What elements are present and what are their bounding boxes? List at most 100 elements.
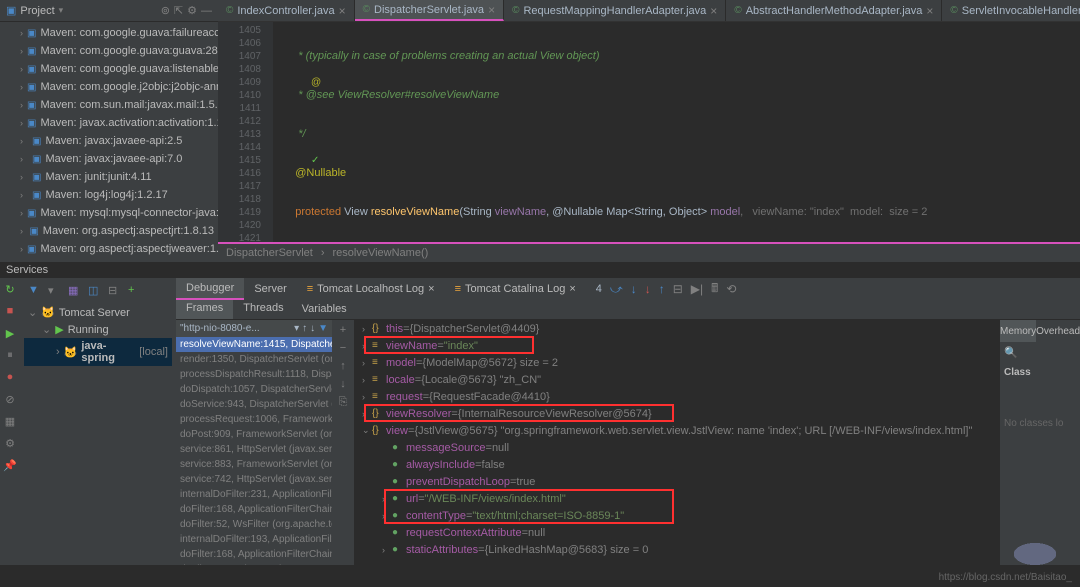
tab-debugger[interactable]: Debugger — [176, 278, 244, 300]
line-number[interactable]: 1417 — [218, 180, 261, 193]
breadcrumb-class[interactable]: DispatcherServlet — [226, 247, 313, 259]
tree-item[interactable]: ›▣Maven: com.google.j2objc:j2objc-annota… — [0, 78, 218, 96]
next-icon[interactable]: ↓ — [310, 323, 315, 334]
thread-selector[interactable]: "http-nio-8080-e... ▾ ↑ ↓ ▼ — [176, 320, 332, 337]
collapse-icon[interactable]: ⊟ — [108, 284, 122, 298]
line-number[interactable]: 1418 — [218, 193, 261, 206]
step-over-icon[interactable]: ⤻ — [610, 282, 623, 297]
stack-frame[interactable]: render:1350, DispatcherServlet (org.s — [176, 352, 332, 367]
tree-app[interactable]: › 🐱 java-spring [local] — [24, 338, 172, 366]
tree-item[interactable]: ›▣Maven: mysql:mysql-connector-java:5.1.… — [0, 204, 218, 222]
close-icon[interactable]: × — [710, 4, 717, 18]
line-number[interactable]: 1408 — [218, 63, 261, 76]
dropdown-icon[interactable]: ▾ — [294, 323, 299, 334]
stack-frame[interactable]: doFilter:52, WsFilter (org.apache.tomc — [176, 517, 332, 532]
tree-item[interactable]: ›▣Maven: com.google.guava:guava:28.0-jre — [0, 42, 218, 60]
breadcrumb-method[interactable]: resolveViewName() — [333, 247, 429, 259]
variable-row[interactable]: ›{} viewResolver = {InternalResourceView… — [354, 405, 1000, 422]
stack-frame[interactable]: processRequest:1006, FrameworkServ — [176, 412, 332, 427]
drop-frame-icon[interactable]: ⊟ — [673, 282, 683, 296]
pin-icon[interactable]: 📌 — [3, 458, 17, 472]
line-number[interactable]: 1421 — [218, 232, 261, 242]
code-editor[interactable]: * (typically in case of problems creatin… — [273, 22, 1080, 242]
pause-icon[interactable]: ⏸ — [3, 348, 17, 362]
variable-row[interactable]: ›● staticAttributes = {LinkedHashMap@568… — [354, 541, 1000, 558]
line-number[interactable]: 1419 — [218, 206, 261, 219]
line-number[interactable]: 1407 — [218, 50, 261, 63]
layers-icon[interactable]: ◫ — [88, 284, 102, 298]
project-tree[interactable]: ›▣Maven: com.google.guava:failureaccess:… — [0, 22, 218, 262]
editor-tab[interactable]: ©DispatcherServlet.java× — [355, 0, 504, 21]
line-number[interactable]: 1414 — [218, 141, 261, 154]
stack-frame[interactable]: resolveViewName:1415, DispatcherSer — [176, 337, 332, 352]
variable-row[interactable]: ›≡ request = {RequestFacade@4410} — [354, 388, 1000, 405]
stack-frame[interactable]: doFilter:168, ApplicationFilterChain (or — [176, 547, 332, 562]
variable-row[interactable]: ● preventDispatchLoop = true — [354, 473, 1000, 490]
trace-icon[interactable]: ⟲ — [726, 282, 736, 296]
mute-icon[interactable]: ⊘ — [3, 392, 17, 406]
view-breakpoints-icon[interactable]: ● — [3, 370, 17, 384]
line-number[interactable]: 1413 — [218, 128, 261, 141]
line-number[interactable]: 1415 — [218, 154, 261, 167]
step-out-icon[interactable]: ↑ — [659, 282, 665, 296]
line-number[interactable]: 1411 — [218, 102, 261, 115]
stack-frame[interactable]: service:861, HttpServlet (javax.servlet.… — [176, 442, 332, 457]
tree-item[interactable]: ›▣Maven: org.aspectj:aspectjweaver:1.8.1… — [0, 240, 218, 258]
settings-icon[interactable]: ⚙ — [3, 436, 17, 450]
stack-frame[interactable]: doFilter:168, ApplicationFilterChain (or — [176, 502, 332, 517]
tree-item[interactable]: ›▣Maven: com.google.guava:listenablefutu… — [0, 60, 218, 78]
variable-row[interactable]: ›≡ viewName = "index" — [354, 337, 1000, 354]
stack-frame[interactable]: processDispatchResult:1118, Dispatch — [176, 367, 332, 382]
variable-row[interactable]: ● requestContextAttribute = null — [354, 524, 1000, 541]
dropdown-icon[interactable]: ▾ — [59, 5, 64, 16]
add-watch-icon[interactable]: + — [340, 324, 346, 336]
subtab-frames[interactable]: Frames — [176, 300, 233, 319]
grid-icon[interactable]: ▦ — [68, 284, 82, 298]
hide-icon[interactable]: — — [201, 5, 212, 17]
search-icon[interactable]: 🔍 — [1004, 347, 1018, 359]
close-icon[interactable]: × — [926, 4, 933, 18]
stack-frame[interactable]: service:742, HttpServlet (javax.servlet.… — [176, 472, 332, 487]
editor-tab[interactable]: ©IndexController.java× — [218, 0, 355, 21]
variables-panel[interactable]: ›{} this = {DispatcherServlet@4409}›≡ vi… — [354, 320, 1000, 565]
close-icon[interactable]: × — [339, 4, 346, 18]
editor-tab[interactable]: ©ServletInvocableHandlerMethod.java× — [942, 0, 1080, 21]
variable-row[interactable]: ›≡ model = {ModelMap@5672} size = 2 — [354, 354, 1000, 371]
tree-item[interactable]: ›▣Maven: com.sun.mail:javax.mail:1.5.0 — [0, 96, 218, 114]
force-step-icon[interactable]: ↓ — [645, 282, 651, 296]
tree-item[interactable]: ›▣Maven: junit:junit:4.11 — [0, 168, 218, 186]
rerun-icon[interactable]: ↻ — [3, 282, 17, 296]
add-icon[interactable]: + — [128, 284, 142, 298]
tree-item[interactable]: ›▣Maven: com.google.guava:failureaccess:… — [0, 24, 218, 42]
up-icon[interactable]: ↑ — [340, 360, 346, 372]
evaluate-icon[interactable]: 🖩 — [711, 279, 718, 300]
line-number[interactable]: 1406 — [218, 37, 261, 50]
settings-icon[interactable]: ⚙ — [187, 4, 197, 17]
line-number[interactable]: 1420 — [218, 219, 261, 232]
tree-item[interactable]: ›▣Maven: log4j:log4j:1.2.17 — [0, 186, 218, 204]
close-icon[interactable]: × — [569, 283, 575, 295]
copy-icon[interactable]: ⎘ — [339, 396, 348, 409]
step-into-icon[interactable]: ↓ — [631, 282, 637, 296]
variable-row[interactable]: ›● contentType = "text/html;charset=ISO-… — [354, 507, 1000, 524]
collapse-icon[interactable]: ⇱ — [174, 4, 183, 17]
tree-item[interactable]: ›▣Maven: org.aspectj:aspectjrt:1.8.13 — [0, 222, 218, 240]
layout-icon[interactable]: ▦ — [3, 414, 17, 428]
stack-frame[interactable]: internalDoFilter:231, ApplicationFilterC… — [176, 487, 332, 502]
tree-item[interactable]: ›▣Maven: javax.activation:activation:1.1 — [0, 114, 218, 132]
line-number[interactable]: 1416 — [218, 167, 261, 180]
stack-frame[interactable]: doService:943, DispatcherServlet (org — [176, 397, 332, 412]
stop-icon[interactable]: ■ — [3, 304, 17, 318]
stack-frame[interactable]: doPost:909, FrameworkServlet (org.s — [176, 427, 332, 442]
variable-row[interactable]: ›≡ locale = {Locale@5673} "zh_CN" — [354, 371, 1000, 388]
down-icon[interactable]: ↓ — [340, 378, 346, 390]
line-number[interactable]: 1409 — [218, 76, 261, 89]
subtab-threads[interactable]: Threads — [233, 300, 293, 319]
tab-memory[interactable]: Memory — [1000, 320, 1036, 342]
tab-catalina-log[interactable]: ≡ Tomcat Catalina Log × — [445, 278, 586, 300]
resume-icon[interactable]: ▶ — [3, 326, 17, 340]
stack-frame[interactable]: internalDoFilter:193, ApplicationFilterC… — [176, 532, 332, 547]
editor-tab[interactable]: ©AbstractHandlerMethodAdapter.java× — [726, 0, 942, 21]
line-number[interactable]: 1412 — [218, 115, 261, 128]
prev-icon[interactable]: ↑ — [302, 323, 307, 334]
